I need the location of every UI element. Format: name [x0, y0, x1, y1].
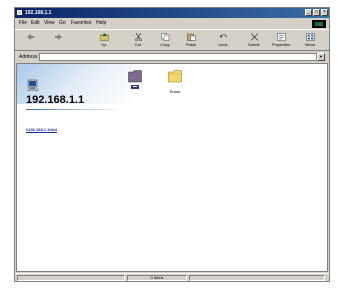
up-label: Up — [101, 42, 107, 47]
menu-favorites[interactable]: Favorites — [71, 20, 92, 27]
cut-label: Cut — [134, 42, 142, 47]
copy-label: Copy — [160, 42, 170, 47]
shared-folder-icon — [168, 70, 182, 83]
forward-arrow-icon — [55, 34, 62, 40]
share-folder-label: Share — [169, 89, 181, 94]
menu-file[interactable]: File — [19, 20, 27, 27]
delete-label: Delete — [248, 42, 260, 47]
explorer-window: 192.168.1.1 _ □ × File Edit View Go Favo… — [14, 7, 330, 282]
printers-folder-item[interactable] — [120, 69, 150, 97]
undo-label: Undo — [218, 42, 228, 47]
properties-icon — [277, 33, 286, 41]
cut-button[interactable]: Cut — [125, 31, 151, 50]
scissors-icon — [135, 33, 142, 41]
status-panel-right — [189, 275, 325, 281]
share-folder-item[interactable]: Share — [160, 69, 190, 97]
copy-icon — [161, 33, 170, 41]
menu-edit[interactable]: Edit — [31, 20, 40, 27]
status-bar: 0 items — [15, 273, 329, 282]
paste-button[interactable]: Paste — [178, 31, 204, 50]
address-label: Address — [19, 54, 38, 60]
close-button[interactable]: × — [321, 9, 328, 16]
menu-help[interactable]: Help — [96, 20, 106, 27]
properties-label: Properties — [271, 42, 291, 47]
printer-badge-icon — [131, 85, 139, 89]
properties-button[interactable]: Properties — [268, 31, 294, 50]
unc-path-link[interactable]: \\192.168.1.1\rbd — [26, 127, 57, 133]
address-dropdown-button[interactable]: ▼ — [317, 53, 325, 61]
paste-icon — [187, 33, 196, 41]
printers-folder-icon — [128, 70, 142, 83]
heading-divider — [26, 109, 122, 110]
up-button[interactable]: Up — [91, 31, 117, 50]
title-bar[interactable]: 192.168.1.1 _ □ × — [15, 8, 329, 18]
views-label: Views — [304, 42, 316, 47]
maximize-button[interactable]: □ — [313, 9, 320, 16]
folder-content-pane: 192.168.1.1 \\192.168.1.1\rbd Share — [16, 63, 328, 272]
undo-icon — [219, 34, 228, 38]
window-icon — [17, 10, 22, 15]
window-title: 192.168.1.1 — [25, 10, 52, 16]
copy-button[interactable]: Copy — [152, 31, 178, 50]
minimize-button[interactable]: _ — [305, 9, 312, 16]
back-button[interactable] — [17, 31, 43, 50]
paste-label: Paste — [185, 42, 197, 47]
undo-button[interactable]: Undo — [210, 31, 236, 50]
menu-go[interactable]: Go — [59, 20, 66, 27]
webview-info-pane: 192.168.1.1 \\192.168.1.1\rbd — [17, 64, 132, 271]
host-heading: 192.168.1.1 — [26, 94, 85, 106]
toolbar: Up Cut Copy Paste Undo Delete Properties — [15, 29, 329, 51]
up-folder-icon — [100, 33, 109, 41]
back-arrow-icon — [27, 34, 34, 40]
menu-view[interactable]: View — [44, 20, 55, 27]
forward-button[interactable] — [45, 31, 71, 50]
delete-x-icon — [250, 33, 259, 41]
delete-button[interactable]: Delete — [241, 31, 267, 50]
views-icon — [306, 33, 315, 41]
views-button[interactable]: Views — [297, 31, 323, 50]
menu-bar: File Edit View Go Favorites Help — [15, 19, 329, 28]
windows-logo-icon — [312, 20, 326, 28]
address-bar: Address ▼ — [15, 52, 329, 62]
address-input[interactable] — [39, 53, 317, 61]
network-computer-icon — [27, 79, 39, 91]
status-item-count: 0 items — [127, 275, 187, 281]
status-panel-left — [17, 275, 125, 281]
